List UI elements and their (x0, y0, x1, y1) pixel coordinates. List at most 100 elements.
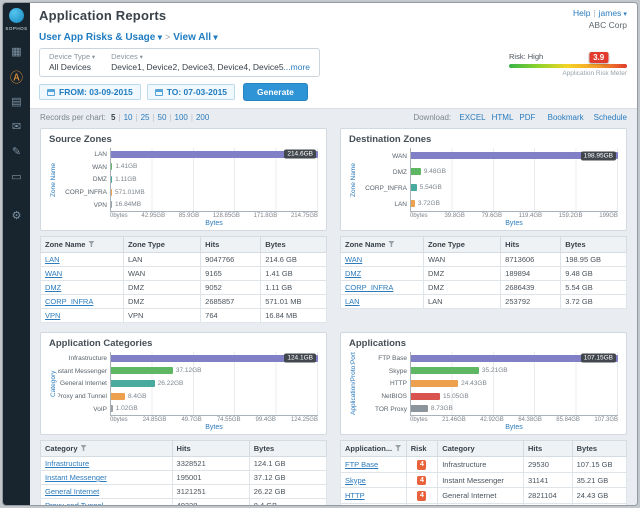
download-excel-link[interactable]: EXCEL (459, 113, 485, 122)
category-label: HTTP (358, 378, 410, 391)
destination-zones-chart-card: Destination Zones Zone Name WANDMZCORP_I… (340, 128, 627, 231)
current-activity-icon[interactable]: Ⓐ (3, 64, 30, 89)
records-option-5[interactable]: 5 (111, 113, 115, 122)
column-header-zone-type[interactable]: Zone Type (423, 237, 500, 253)
row-link[interactable]: Instant Messenger (45, 473, 107, 482)
source-zones-panel: Source Zones Zone Name LANWANDMZCORP_INF… (40, 128, 327, 323)
x-tick: 42.95GB (141, 213, 165, 219)
row-link[interactable]: VPN (45, 311, 60, 320)
column-header-bytes[interactable]: Bytes (249, 441, 326, 457)
bar-row: 8.73GB (411, 402, 618, 415)
column-header-application-[interactable]: Application... (341, 441, 407, 457)
row-link[interactable]: LAN (45, 255, 60, 264)
row-link[interactable]: FTP Base (345, 460, 378, 469)
filter-funnel-icon[interactable] (395, 445, 401, 451)
table-row: VPNVPN76416.84 MB (41, 309, 327, 323)
x-tick: 24.85GB (143, 417, 167, 423)
row-link[interactable]: General Internet (45, 487, 99, 496)
cell: 253792 (501, 295, 561, 309)
more-devices-link[interactable]: ...more (284, 62, 310, 72)
table-row: DMZDMZ1898949.48 GB (341, 267, 627, 281)
x-tick: 0bytes (410, 417, 428, 423)
breadcrumb-view-dropdown[interactable]: View All (173, 32, 217, 43)
custom-view-icon[interactable]: ✎ (3, 139, 30, 164)
row-link[interactable]: LAN (345, 297, 360, 306)
devices-dropdown[interactable]: Devices (111, 52, 310, 61)
email-schedule-icon[interactable]: ✉ (3, 114, 30, 139)
download-pdf-link[interactable]: PDF (519, 113, 535, 122)
user-menu[interactable]: james (599, 8, 627, 18)
device-type-dropdown[interactable]: Device Type (49, 52, 95, 61)
category-label: WAN (58, 161, 110, 174)
date-from-picker[interactable]: FROM: 03-09-2015 (39, 84, 141, 100)
bar-value-label: 9.48GB (424, 168, 446, 175)
x-tick: 119.4GB (519, 213, 542, 219)
column-header-category[interactable]: Category (41, 441, 173, 457)
reports-icon[interactable]: ▤ (3, 89, 30, 114)
records-option-10[interactable]: 10 (124, 113, 133, 122)
records-option-200[interactable]: 200 (196, 113, 209, 122)
row-link[interactable]: CORP_INFRA (345, 283, 393, 292)
breadcrumb-section-dropdown[interactable]: User App Risks & Usage (39, 32, 162, 43)
column-header-bytes[interactable]: Bytes (572, 441, 626, 457)
column-header-zone-type[interactable]: Zone Type (123, 237, 200, 253)
devices-list-text: Device1, Device2, Device3, Device4, Devi… (111, 62, 283, 72)
header-right: Help|james ABC Corp (573, 8, 627, 30)
bookmark-link[interactable]: Bookmark (548, 113, 584, 122)
help-link[interactable]: Help (573, 8, 590, 18)
x-axis-ticks: 0bytes24.85GB49.7GB74.55GB99.4GB124.25GB (110, 417, 318, 423)
bar-row: 3.72GB (411, 195, 618, 211)
row-link[interactable]: HTTP (345, 491, 365, 500)
column-header-bytes[interactable]: Bytes (561, 237, 627, 253)
separator: | (152, 113, 154, 122)
dashboard-icon[interactable]: ▦ (3, 39, 30, 64)
row-link[interactable]: Infrastructure (45, 459, 89, 468)
column-header-risk[interactable]: Risk (406, 441, 437, 457)
records-option-50[interactable]: 50 (158, 113, 167, 122)
column-header-bytes[interactable]: Bytes (261, 237, 327, 253)
row-link[interactable]: WAN (345, 255, 362, 264)
filter-funnel-icon[interactable] (81, 445, 87, 451)
column-header-zone-name[interactable]: Zone Name (341, 237, 424, 253)
cell: 37.12 GB (249, 471, 326, 485)
compliance-icon[interactable]: ▭ (3, 164, 30, 189)
column-header-hits[interactable]: Hits (172, 441, 249, 457)
bar-proxy-and-tunnel (111, 393, 125, 400)
settings-gear-icon[interactable]: ⚙ (3, 203, 30, 228)
cell: Instant Messenger (438, 472, 524, 488)
sidebar-icons: ▦Ⓐ▤✉✎▭ ⚙ (3, 39, 30, 228)
records-option-25[interactable]: 25 (141, 113, 150, 122)
row-link[interactable]: DMZ (345, 269, 361, 278)
cell: WAN (123, 267, 200, 281)
records-options: 5|10|25|50|100|200 (108, 113, 212, 122)
filter-funnel-icon[interactable] (88, 241, 94, 247)
cell: LAN (123, 253, 200, 267)
row-link[interactable]: CORP_INFRA (45, 297, 93, 306)
x-tick: 42.92GB (480, 417, 504, 423)
cell: WAN (41, 267, 124, 281)
records-option-100[interactable]: 100 (175, 113, 188, 122)
cell: 764 (201, 309, 261, 323)
download-label: Download: (413, 113, 451, 122)
row-link[interactable]: WAN (45, 269, 62, 278)
row-link[interactable]: DMZ (45, 283, 61, 292)
row-link[interactable]: Proxy and Tunnel (45, 501, 103, 505)
download-html-link[interactable]: HTML (492, 113, 514, 122)
applications-table: Application...RiskCategoryHitsBytes FTP B… (340, 440, 627, 505)
column-header-hits[interactable]: Hits (524, 441, 573, 457)
cell: 124.1 GB (249, 457, 326, 471)
destination-zones-table: Zone NameZone TypeHitsBytesWANWAN8713606… (340, 236, 627, 309)
applications-panel: Applications Application/Proto:Port FTP … (340, 332, 627, 505)
filter-funnel-icon[interactable] (388, 241, 394, 247)
column-header-hits[interactable]: Hits (501, 237, 561, 253)
schedule-link[interactable]: Schedule (594, 113, 627, 122)
column-header-category[interactable]: Category (438, 441, 524, 457)
column-header-hits[interactable]: Hits (201, 237, 261, 253)
table-row: Proxy and Tunnel402288.4 GB (41, 499, 327, 506)
cell: FTP Base (341, 457, 407, 473)
row-link[interactable]: Skype (345, 476, 366, 485)
generate-button[interactable]: Generate (243, 83, 308, 101)
column-header-zone-name[interactable]: Zone Name (41, 237, 124, 253)
risk-level-label: Risk: High (509, 52, 543, 61)
date-to-picker[interactable]: TO: 07-03-2015 (147, 84, 235, 100)
